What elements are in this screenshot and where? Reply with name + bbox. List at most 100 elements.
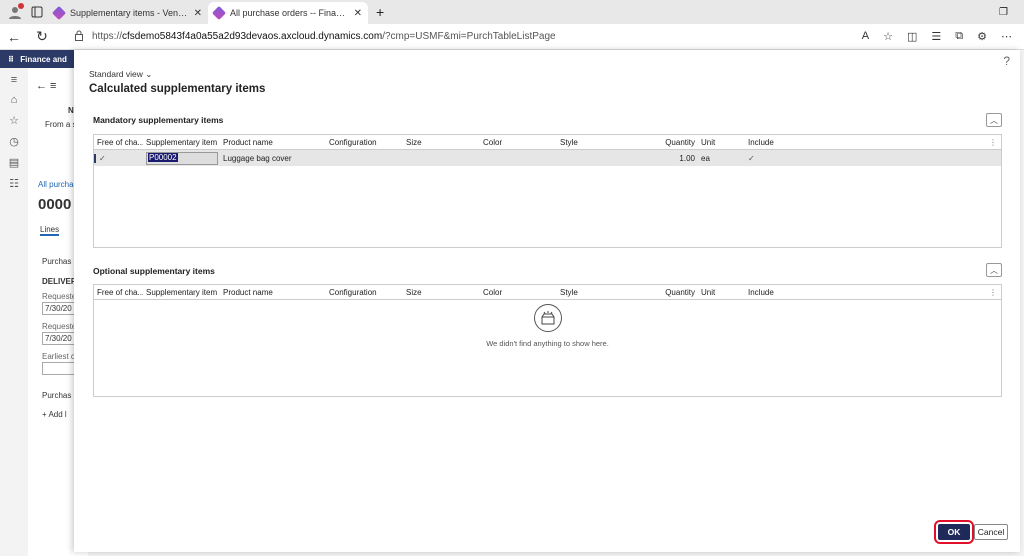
- grid-header: Free of cha... Supplementary item Produc…: [94, 285, 1001, 300]
- col-include[interactable]: Include: [745, 138, 785, 147]
- app-header: ⠿ Finance and: [0, 50, 80, 68]
- col-unit[interactable]: Unit: [698, 138, 745, 147]
- bg-add-line[interactable]: + Add l: [42, 410, 67, 419]
- url-field[interactable]: https://cfsdemo5843f4a0a55a2d93devaos.ax…: [74, 27, 834, 47]
- cancel-button[interactable]: Cancel: [974, 524, 1008, 540]
- bg-header: N: [68, 106, 74, 115]
- quantity-cell: 1.00: [679, 153, 695, 163]
- url-host: cfsdemo5843f4a0a55a2d93devaos.axcloud.dy…: [122, 31, 383, 42]
- supplementary-item-field[interactable]: P00002: [143, 151, 220, 165]
- col-size[interactable]: Size: [403, 138, 480, 147]
- url-prefix: https://: [92, 31, 123, 42]
- grid-header: Free of cha... Supplementary item Produc…: [94, 135, 1001, 150]
- browser-tab-bar: Supplementary items - Vendor ✕ All purch…: [0, 0, 1024, 24]
- table-row[interactable]: ✓ P00002 Luggage bag cover 1.00 ea ✓: [94, 150, 1001, 166]
- empty-box-icon: [533, 304, 562, 332]
- col-include[interactable]: Include: [745, 288, 785, 297]
- empty-state: We didn't find anything to show here.: [94, 300, 1001, 396]
- favorites-icon[interactable]: ☰: [931, 30, 941, 43]
- free-of-charge-check[interactable]: ✓: [94, 153, 143, 163]
- optional-grid: Free of cha... Supplementary item Produc…: [93, 284, 1002, 397]
- back-icon[interactable]: ←: [0, 29, 28, 45]
- url-path: /?cmp=USMF&mi=PurchTableListPage: [382, 31, 556, 42]
- col-color[interactable]: Color: [480, 288, 557, 297]
- profile-icon[interactable]: [4, 1, 26, 23]
- col-configuration[interactable]: Configuration: [326, 288, 403, 297]
- bg-section: Purchas: [42, 391, 72, 400]
- url-text: https://cfsdemo5843f4a0a55a2d93devaos.ax…: [92, 31, 556, 42]
- col-product-name[interactable]: Product name: [220, 138, 326, 147]
- browser-tab-supplementary[interactable]: Supplementary items - Vendor ✕: [48, 2, 208, 24]
- home-icon[interactable]: ⌂: [11, 94, 18, 106]
- read-aloud-icon[interactable]: A: [862, 30, 869, 43]
- restore-window-icon[interactable]: ❐: [999, 7, 1008, 18]
- help-icon[interactable]: ?: [1003, 54, 1010, 68]
- col-quantity[interactable]: Quantity: [634, 288, 698, 297]
- supplementary-items-dialog: ? Standard view ⌄ Calculated supplementa…: [74, 50, 1020, 552]
- include-check[interactable]: ✓: [745, 154, 785, 163]
- collections-icon[interactable]: ⧉: [955, 30, 963, 43]
- bg-record-id: 0000: [38, 196, 72, 213]
- app-launcher-icon[interactable]: ⠿: [8, 55, 14, 64]
- col-product-name[interactable]: Product name: [220, 288, 326, 297]
- mandatory-grid: Free of cha... Supplementary item Produc…: [93, 134, 1002, 248]
- unit-cell: ea: [701, 153, 710, 163]
- bg-requested-label: Requeste: [42, 292, 77, 301]
- column-options-icon[interactable]: ⋮: [989, 138, 997, 147]
- bg-date-value: 7/30/20: [45, 334, 72, 343]
- col-free-of-charge[interactable]: Free of cha...: [94, 288, 143, 297]
- col-size[interactable]: Size: [403, 288, 480, 297]
- tab-title: Supplementary items - Vendor: [70, 8, 188, 18]
- column-options-icon[interactable]: ⋮: [989, 288, 997, 297]
- col-quantity[interactable]: Quantity: [634, 138, 698, 147]
- bg-requested-label: Requeste: [42, 322, 77, 331]
- bg-earliest-label: Earliest c: [42, 352, 75, 361]
- view-selector-label: Standard view: [89, 69, 143, 79]
- nav-rail: ≡ ⌂ ☆ ◷ ▤ ☷: [0, 68, 28, 556]
- col-style[interactable]: Style: [557, 138, 634, 147]
- more-icon[interactable]: ⋯: [1001, 30, 1012, 43]
- col-style[interactable]: Style: [557, 288, 634, 297]
- close-icon[interactable]: ✕: [194, 8, 202, 19]
- col-supplementary-item[interactable]: Supplementary item: [143, 288, 220, 297]
- optional-section-title: Optional supplementary items: [93, 266, 215, 276]
- new-tab-icon[interactable]: +: [368, 4, 392, 20]
- col-color[interactable]: Color: [480, 138, 557, 147]
- empty-message: We didn't find anything to show here.: [486, 339, 609, 348]
- back-icon[interactable]: ← ≡: [36, 80, 56, 92]
- refresh-icon[interactable]: ↻: [28, 28, 56, 45]
- chevron-down-icon: ⌄: [145, 69, 153, 79]
- col-configuration[interactable]: Configuration: [326, 138, 403, 147]
- bg-breadcrumb[interactable]: All purcha: [38, 180, 74, 189]
- product-name-cell: Luggage bag cover: [223, 153, 292, 163]
- col-free-of-charge[interactable]: Free of cha...: [94, 138, 143, 147]
- tab-actions-icon[interactable]: [26, 1, 48, 23]
- col-unit[interactable]: Unit: [698, 288, 745, 297]
- recent-clock-icon[interactable]: ◷: [9, 135, 19, 148]
- hamburger-icon[interactable]: ≡: [11, 74, 17, 86]
- dynamics-icon: [211, 5, 227, 21]
- collapse-mandatory-button[interactable]: ︿: [986, 113, 1002, 127]
- view-selector[interactable]: Standard view ⌄: [89, 69, 152, 80]
- mandatory-section-title: Mandatory supplementary items: [93, 115, 224, 125]
- extensions-icon[interactable]: ⚙: [977, 30, 987, 43]
- modules-list-icon[interactable]: ☷: [9, 177, 19, 190]
- address-bar: ← ↻ https://cfsdemo5843f4a0a55a2d93devao…: [0, 24, 1024, 50]
- lock-icon: [74, 30, 84, 44]
- bg-tab-lines[interactable]: Lines: [40, 225, 60, 236]
- col-supplementary-item[interactable]: Supplementary item: [143, 138, 220, 147]
- tab-title: All purchase orders -- Finance and: [230, 8, 348, 18]
- collapse-optional-button[interactable]: ︿: [986, 263, 1002, 277]
- ok-button[interactable]: OK: [934, 520, 974, 544]
- workspaces-icon[interactable]: ▤: [9, 156, 19, 169]
- bg-from-text: From a s: [45, 120, 77, 129]
- favorites-star-icon[interactable]: ☆: [9, 114, 19, 127]
- split-screen-icon[interactable]: ◫: [907, 30, 917, 43]
- item-value: P00002: [148, 152, 178, 162]
- dialog-title: Calculated supplementary items: [89, 83, 266, 95]
- browser-tab-purchase-orders[interactable]: All purchase orders -- Finance and ✕: [208, 2, 368, 24]
- bg-section: Purchas: [42, 257, 72, 266]
- close-icon[interactable]: ✕: [354, 8, 362, 19]
- dynamics-icon: [51, 5, 67, 21]
- favorite-star-icon[interactable]: ☆: [883, 30, 893, 43]
